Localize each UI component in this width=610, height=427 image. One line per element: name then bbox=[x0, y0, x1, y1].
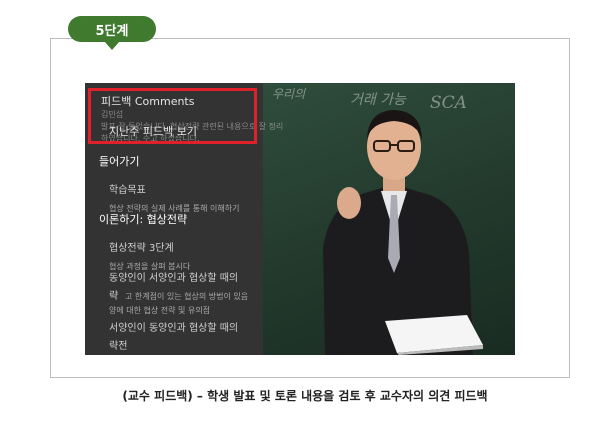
feedback-highlight-box bbox=[88, 88, 257, 144]
topic-detail-2: 양에 대한 협상 전략 및 유의점 bbox=[109, 306, 211, 315]
topic-detail: 고 한계점이 있는 협상의 방법이 있음 bbox=[125, 292, 249, 301]
topic-west-east-suffix: 략전 bbox=[109, 341, 128, 352]
topic-east-west[interactable]: 동양인이 서양인과 협상할 때의 bbox=[109, 269, 238, 284]
enter-section[interactable]: 들어가기 bbox=[99, 153, 139, 169]
strategy-step[interactable]: 협상전략 3단계 bbox=[109, 239, 174, 254]
learning-goal[interactable]: 학습목표 bbox=[109, 181, 146, 196]
figure-caption: (교수 피드백) – 학생 발표 및 토론 내용을 검토 후 교수자의 의견 피… bbox=[122, 389, 488, 403]
theory-section[interactable]: 이론하기: 협상전략 bbox=[99, 211, 187, 227]
topic-east-west-suffix: 략 bbox=[109, 291, 119, 302]
step-badge-pointer bbox=[104, 41, 120, 50]
step-label: 5단계 bbox=[95, 23, 129, 39]
step-badge: 5단계 bbox=[68, 16, 156, 42]
topic-west-east[interactable]: 서양인이 동양인과 협상할 때의 bbox=[109, 319, 238, 334]
professor-raised-hand bbox=[337, 187, 361, 219]
